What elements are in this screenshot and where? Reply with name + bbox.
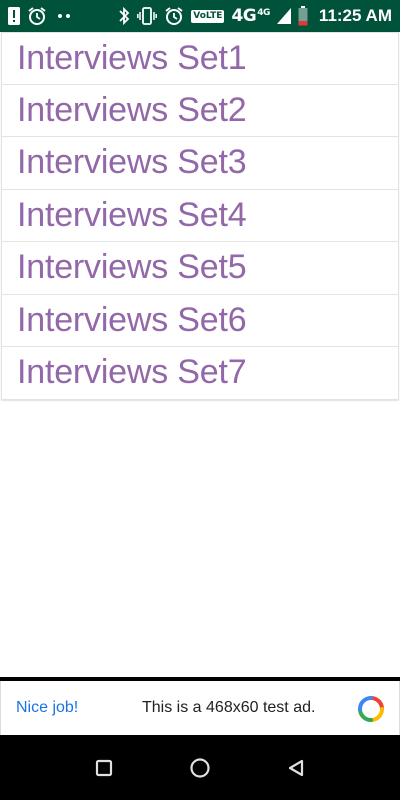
ad-text: This is a 468x60 test ad. <box>142 699 316 716</box>
app-screen: VoLTE 4G4G 11:25 AM Interviews Set1 Inte… <box>0 0 400 800</box>
status-time: 11:25 AM <box>318 6 392 25</box>
list-item-label: Interviews Set5 <box>17 248 247 287</box>
network-type-label: 4G <box>231 6 257 26</box>
ad-cta-link[interactable]: Nice job! <box>16 699 136 717</box>
status-bar: VoLTE 4G4G 11:25 AM <box>0 0 400 32</box>
volte-badge: VoLTE <box>191 9 225 23</box>
interview-set-list: Interviews Set1 Interviews Set2 Intervie… <box>0 32 400 400</box>
list-item-label: Interviews Set6 <box>17 300 247 339</box>
list-item-set4[interactable]: Interviews Set4 <box>1 189 399 242</box>
list-item-set3[interactable]: Interviews Set3 <box>1 137 399 190</box>
recents-button[interactable] <box>92 756 116 780</box>
list-item-set2[interactable]: Interviews Set2 <box>1 84 399 137</box>
battery-icon <box>298 6 308 26</box>
signal-icon <box>276 8 291 24</box>
network-type-small: 4G <box>257 8 270 18</box>
circle-icon <box>190 757 210 778</box>
ad-choices-icon[interactable] <box>357 695 385 723</box>
list-item-set7[interactable]: Interviews Set7 <box>1 347 399 400</box>
vibrate-icon <box>137 7 158 25</box>
more-dots-icon <box>54 11 74 21</box>
back-button[interactable] <box>284 756 308 780</box>
alert-icon <box>8 7 20 25</box>
list-item-label: Interviews Set7 <box>17 353 247 392</box>
list-item-label: Interviews Set3 <box>17 143 247 182</box>
list-item-set6[interactable]: Interviews Set6 <box>1 294 399 347</box>
list-item-set5[interactable]: Interviews Set5 <box>1 242 399 295</box>
home-button[interactable] <box>188 756 212 780</box>
square-icon <box>95 759 113 776</box>
ad-banner[interactable]: Nice job! This is a 468x60 test ad. <box>0 681 400 735</box>
list-item-label: Interviews Set4 <box>17 195 247 234</box>
list-item-set1[interactable]: Interviews Set1 <box>1 32 399 85</box>
bluetooth-icon <box>118 6 130 26</box>
network-type: 4G4G <box>231 6 270 26</box>
back-triangle-icon <box>288 759 304 776</box>
list-item-label: Interviews Set1 <box>17 38 247 77</box>
navigation-bar <box>0 735 400 800</box>
list-item-label: Interviews Set2 <box>17 90 247 129</box>
alarm-icon <box>27 6 47 26</box>
alarm-icon <box>164 6 184 26</box>
